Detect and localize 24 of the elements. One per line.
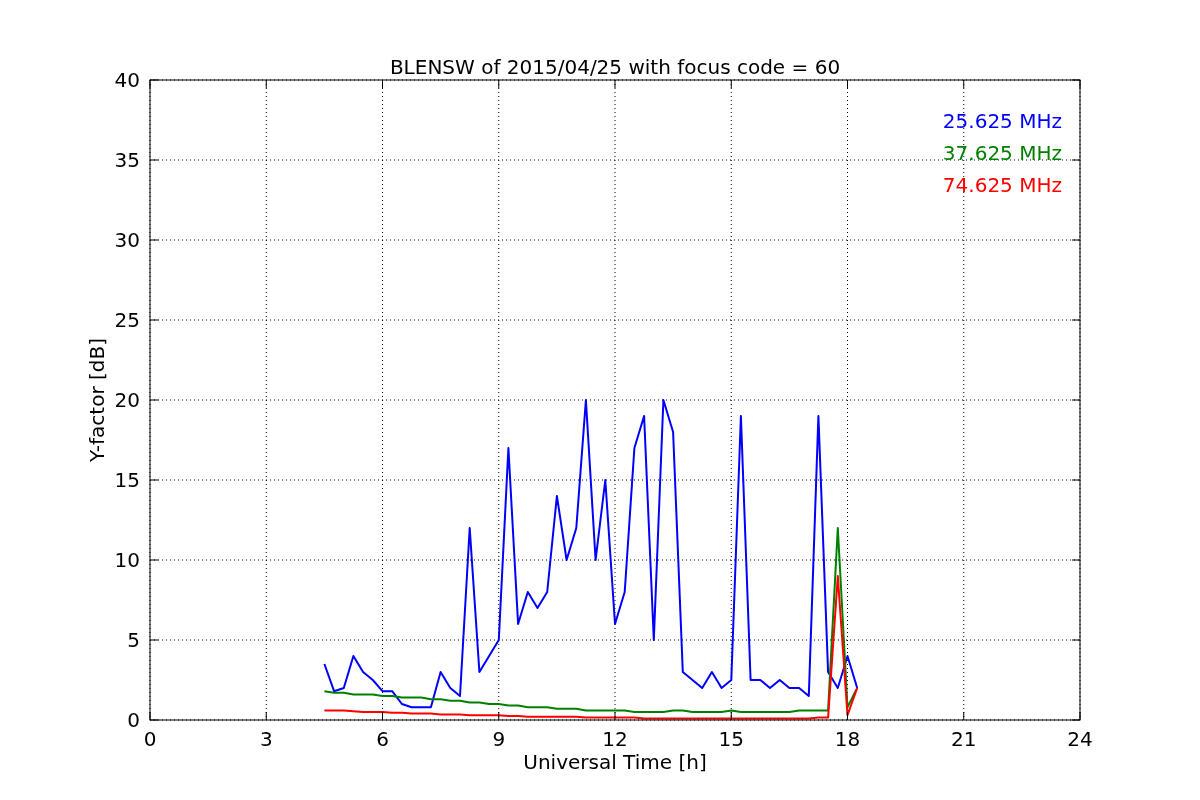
x-axis-label: Universal Time [h] <box>523 750 707 774</box>
tick-label: 20 <box>114 388 140 412</box>
tick-label: 18 <box>834 727 861 751</box>
tick-label: 5 <box>127 628 140 652</box>
tick-label: 35 <box>114 148 140 172</box>
y-axis-label: Y-factor [dB] <box>85 338 109 462</box>
legend-label: 74.625 MHz <box>942 173 1062 197</box>
legend-label: 25.625 MHz <box>942 109 1062 133</box>
tick-label: 12 <box>602 727 628 751</box>
tick-label: 25 <box>114 308 140 332</box>
tick-label: 15 <box>718 727 744 751</box>
tick-label: 3 <box>259 727 273 751</box>
tick-label: 40 <box>114 68 140 92</box>
tick-label: 10 <box>114 548 140 572</box>
tick-label: 15 <box>114 468 140 492</box>
tick-label: 30 <box>114 228 140 252</box>
tick-label: 0 <box>127 708 140 732</box>
legend-label: 37.625 MHz <box>942 141 1062 165</box>
tick-label: 6 <box>376 727 389 751</box>
tick-label: 24 <box>1067 727 1093 751</box>
tick-label: 0 <box>143 727 157 751</box>
chart-title: BLENSW of 2015/04/25 with focus code = 60 <box>389 55 841 79</box>
tick-label: 9 <box>492 727 506 751</box>
tick-label: 21 <box>951 727 977 751</box>
